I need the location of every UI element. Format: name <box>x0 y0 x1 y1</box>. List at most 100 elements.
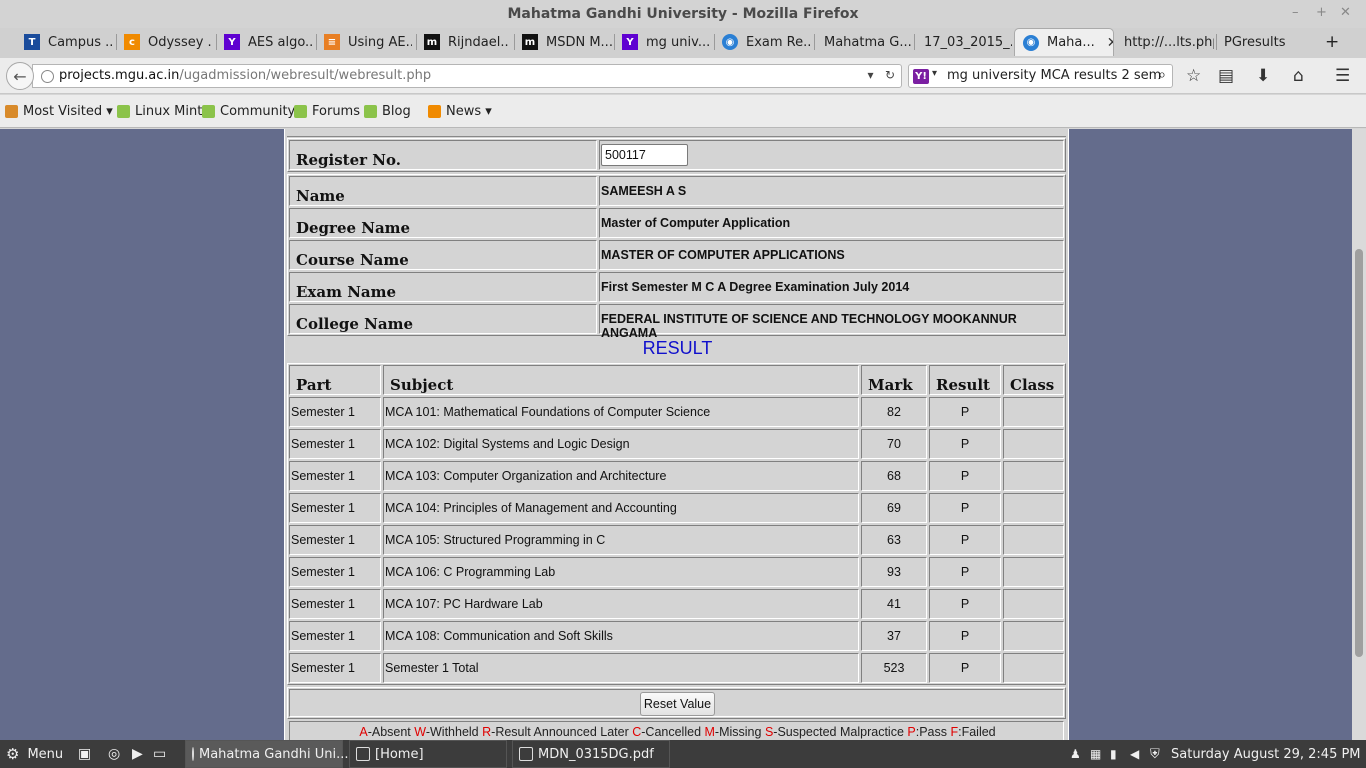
tab-mg-univ[interactable]: Y mg univ... <box>622 28 712 56</box>
rss-icon <box>428 105 441 118</box>
register-label-cell: Register No. <box>289 140 597 170</box>
tab-campus[interactable]: T Campus ... <box>24 28 114 56</box>
tab-exam-results[interactable]: ◉ Exam Re... <box>722 28 812 56</box>
bookmark-news[interactable]: News ▾ <box>428 104 492 119</box>
volume-icon[interactable]: ◀ <box>1130 740 1139 768</box>
cell-text: P <box>960 597 970 611</box>
cell-text: Semester 1 <box>291 661 355 675</box>
table-cell-mark: 70 <box>861 429 927 459</box>
table-cell-result: P <box>929 493 1001 523</box>
taskbar: ⚙ Menu ▣ ◎ ▶ ▭ Mahatma Gandhi Uni... [Ho… <box>0 740 1366 768</box>
user-icon[interactable]: ♟ <box>1070 740 1081 768</box>
odyssey-icon: c <box>124 34 140 50</box>
search-icon[interactable]: ⌕ <box>1158 67 1166 83</box>
table-cell-subject: MCA 108: Communication and Soft Skills <box>383 621 859 651</box>
tab-17-03-2015[interactable]: 17_03_2015_... <box>924 28 1012 56</box>
tab-label: AES algo... <box>248 34 312 50</box>
cell-text: 63 <box>887 533 901 547</box>
files-launcher-icon[interactable]: ▭ <box>153 740 166 768</box>
tab-label: Using AE... <box>348 34 412 50</box>
seal-icon: ◉ <box>722 34 738 50</box>
mint-icon <box>294 105 307 118</box>
table-cell-result: P <box>929 621 1001 651</box>
minimize-button[interactable]: – <box>1292 5 1299 20</box>
clipboard-icon[interactable]: ▦ <box>1090 740 1101 768</box>
name-value-cell: SAMEESH A S <box>599 176 1064 206</box>
legend-text: :Pass <box>915 725 951 739</box>
firefox-icon <box>192 747 194 761</box>
tab-lts-php[interactable]: http://...lts.php <box>1124 28 1214 56</box>
navigation-bar: projects.mgu.ac.in/ugadmission/webresult… <box>0 58 1366 94</box>
url-path: /ugadmission/webresult/webresult.php <box>179 68 432 83</box>
tab-pgresults[interactable]: PGresults <box>1224 28 1314 56</box>
tab-bar: T Campus ... c Odyssey ... Y AES algo...… <box>0 28 1366 58</box>
seal-icon: ◉ <box>1023 34 1039 51</box>
gear-icon: ⚙ <box>6 745 20 763</box>
scrollbar-thumb[interactable] <box>1355 249 1363 657</box>
taskbar-window-home[interactable]: [Home] <box>349 740 507 768</box>
bookmark-linux-mint[interactable]: Linux Mint <box>117 104 202 119</box>
bookmark-most-visited[interactable]: Most Visited ▾ <box>5 104 113 119</box>
reset-value-button[interactable]: Reset Value <box>640 692 715 716</box>
header-label: Subject <box>390 376 454 394</box>
tab-label: MSDN M... <box>546 34 612 50</box>
show-desktop-icon[interactable]: ▣ <box>78 740 91 768</box>
reload-icon[interactable]: ↻ <box>885 68 895 82</box>
cell-text: P <box>960 629 970 643</box>
bookmark-star-icon[interactable]: ☆ <box>1186 66 1201 86</box>
bookmark-forums[interactable]: Forums <box>294 104 360 119</box>
close-tab-icon[interactable]: ✕ <box>1107 35 1113 51</box>
table-cell-class <box>1003 621 1064 651</box>
tab-label: Exam Re... <box>746 34 812 50</box>
dropdown-icon[interactable]: ▾ <box>867 68 873 82</box>
bookmark-blog[interactable]: Blog <box>364 104 411 119</box>
cell-text: 69 <box>887 501 901 515</box>
start-menu-button[interactable]: ⚙ Menu <box>6 740 63 768</box>
register-number-input[interactable]: 500117 <box>601 144 688 166</box>
table-cell-subject: MCA 106: C Programming Lab <box>383 557 859 587</box>
table-cell-result: P <box>929 525 1001 555</box>
cell-text: 41 <box>887 597 901 611</box>
maximize-button[interactable]: + <box>1316 5 1327 20</box>
menu-hamburger-icon[interactable]: ☰ <box>1335 66 1350 86</box>
download-icon[interactable]: ⬇ <box>1256 66 1270 86</box>
tab-odyssey[interactable]: c Odyssey ... <box>124 28 212 56</box>
search-engine-dropdown-icon[interactable]: ▾ <box>932 68 937 79</box>
network-icon[interactable]: ▮ <box>1110 740 1117 768</box>
bookmark-label: Forums <box>312 104 360 119</box>
field-value: FEDERAL INSTITUTE OF SCIENCE AND TECHNOL… <box>601 312 1017 340</box>
degree-label-cell: Degree Name <box>289 208 597 238</box>
yahoo-search-icon: Y! <box>913 69 929 84</box>
tab-mahatma-active[interactable]: ◉ Maha... ✕ <box>1014 28 1114 56</box>
url-bar[interactable]: projects.mgu.ac.in/ugadmission/webresult… <box>32 64 902 88</box>
tab-using-aes[interactable]: ≡ Using AE... <box>324 28 412 56</box>
tab-label: Maha... <box>1047 35 1095 50</box>
home-icon[interactable]: ⌂ <box>1293 66 1304 86</box>
search-bar[interactable]: Y! ▾ mg university MCA results 2 sem ⌕ <box>908 64 1173 88</box>
field-label: Course Name <box>296 251 409 269</box>
result-heading: RESULT <box>642 338 713 358</box>
clock[interactable]: Saturday August 29, 2:45 PM <box>1171 740 1361 768</box>
table-cell-subject: MCA 105: Structured Programming in C <box>383 525 859 555</box>
tab-aes-algo[interactable]: Y AES algo... <box>224 28 312 56</box>
vertical-scrollbar[interactable] <box>1352 129 1366 740</box>
firefox-launcher-icon[interactable]: ◎ <box>108 740 120 768</box>
back-button[interactable]: ← <box>6 62 34 90</box>
window-titlebar: Mahatma Gandhi University - Mozilla Fire… <box>0 0 1366 28</box>
new-tab-icon[interactable]: + <box>1325 32 1339 52</box>
taskbar-window-pdf[interactable]: MDN_0315DG.pdf <box>512 740 670 768</box>
tab-rijndael[interactable]: m Rijndael... <box>424 28 510 56</box>
tab-label: http://...lts.php <box>1124 34 1214 50</box>
search-input[interactable]: mg university MCA results 2 sem <box>947 68 1161 83</box>
terminal-launcher-icon[interactable]: ▶ <box>132 740 143 768</box>
tab-mahatma-gandhi[interactable]: Mahatma G... <box>824 28 912 56</box>
reading-list-icon[interactable]: ▤ <box>1218 66 1234 86</box>
table-cell-part: Semester 1 <box>289 397 381 427</box>
taskbar-window-firefox[interactable]: Mahatma Gandhi Uni... <box>185 740 349 768</box>
shield-icon[interactable]: ⛨ <box>1150 740 1160 768</box>
tab-msdn[interactable]: m MSDN M... <box>522 28 612 56</box>
course-value-cell: MASTER OF COMPUTER APPLICATIONS <box>599 240 1064 270</box>
field-label: College Name <box>296 315 413 333</box>
close-window-button[interactable]: ✕ <box>1340 5 1351 20</box>
bookmark-community[interactable]: Community <box>202 104 295 119</box>
